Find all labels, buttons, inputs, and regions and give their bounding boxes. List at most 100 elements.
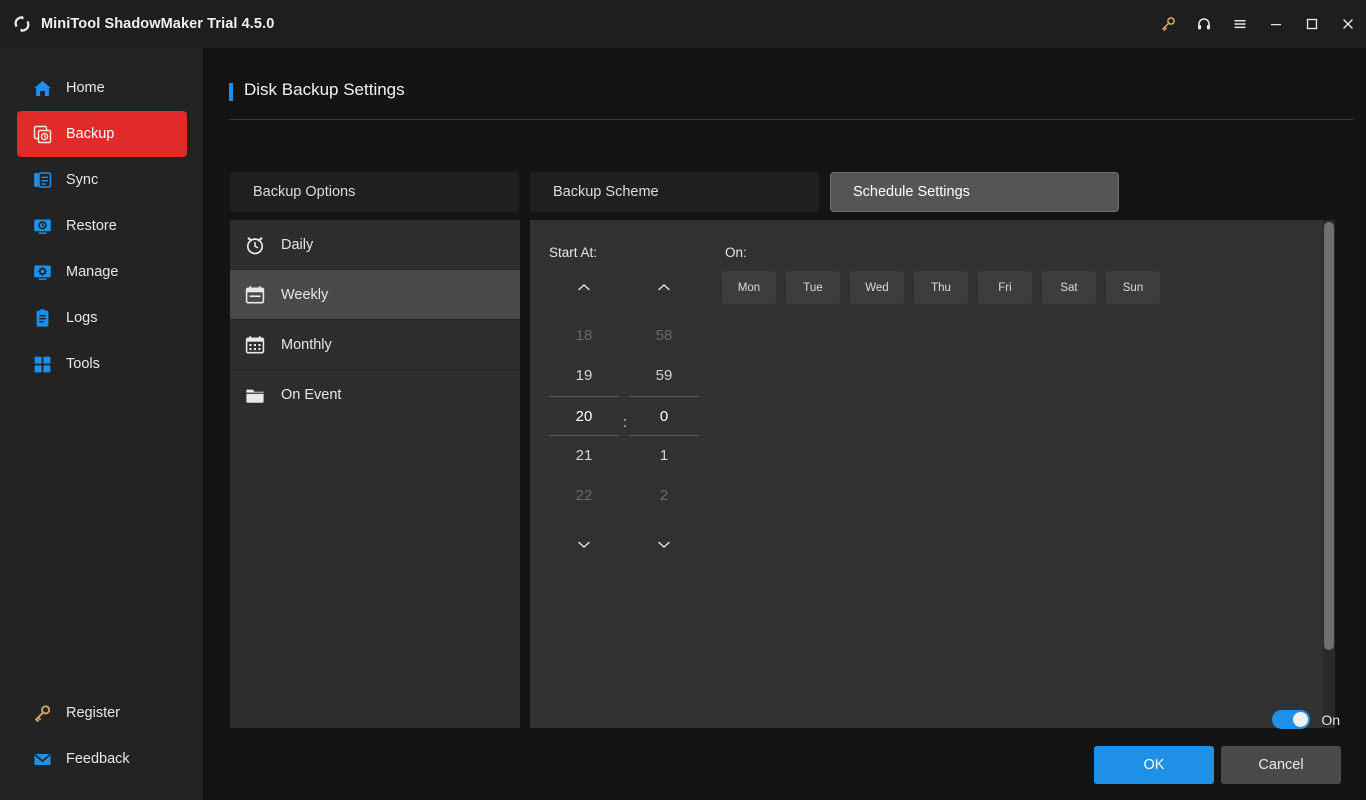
sidebar-item-label: Logs [66, 310, 98, 326]
folder-icon [244, 384, 266, 406]
main-content: Disk Backup Settings Backup Options Back… [203, 48, 1366, 800]
calendar-grid-icon [244, 334, 266, 356]
accent-bar [229, 83, 233, 101]
sidebar-item-label: Backup [66, 126, 115, 142]
key-icon [32, 703, 53, 724]
title-bar: MiniTool ShadowMaker Trial 4.5.0 [0, 0, 1366, 48]
close-icon[interactable] [1330, 0, 1366, 48]
day-label: Fri [998, 281, 1012, 294]
minute-option[interactable]: 58 [629, 316, 699, 356]
list-item-monthly[interactable]: Monthly [230, 320, 520, 370]
title-bar-left: MiniTool ShadowMaker Trial 4.5.0 [0, 14, 274, 34]
list-item-label: Monthly [281, 336, 332, 353]
day-label: Wed [865, 281, 889, 294]
hour-up-arrow-icon[interactable] [544, 272, 624, 304]
day-label: Sat [1060, 281, 1078, 294]
logs-icon [32, 308, 53, 329]
sidebar-item-logs[interactable]: Logs [17, 295, 187, 341]
alarm-clock-icon [244, 234, 266, 256]
list-item-label: Daily [281, 236, 314, 253]
dialog-actions: OK Cancel [1094, 746, 1341, 784]
app-title: MiniTool ShadowMaker Trial 4.5.0 [41, 16, 275, 32]
hour-option[interactable]: 22 [549, 476, 619, 516]
sidebar-item-manage[interactable]: Manage [17, 249, 187, 295]
tab-backup-options[interactable]: Backup Options [230, 172, 519, 212]
restore-icon [32, 216, 53, 237]
list-item-label: On Event [281, 386, 342, 403]
home-icon [32, 78, 53, 99]
schedule-detail-panel: Start At: On: 18 19 20 21 22 58 59 0 1 2… [530, 220, 1335, 728]
minimize-icon[interactable] [1258, 0, 1294, 48]
detail-scrollbar-track[interactable] [1323, 220, 1335, 728]
minute-down-arrow-icon[interactable] [624, 528, 704, 560]
detail-scrollbar-thumb[interactable] [1324, 222, 1334, 650]
tab-backup-scheme[interactable]: Backup Scheme [530, 172, 819, 212]
sidebar-item-sync[interactable]: Sync [17, 157, 187, 203]
hour-option-selected[interactable]: 20 [549, 396, 619, 436]
headset-icon[interactable] [1186, 0, 1222, 48]
sidebar: Home Backup Sync Restore Manage Logs Too… [0, 48, 203, 800]
sidebar-item-label: Restore [66, 218, 117, 234]
start-at-label: Start At: [549, 245, 598, 260]
list-item-weekly[interactable]: Weekly [230, 270, 520, 320]
list-item-daily[interactable]: Daily [230, 220, 520, 270]
hour-option[interactable]: 18 [549, 316, 619, 356]
hour-column: 18 19 20 21 22 [544, 272, 624, 560]
sidebar-item-restore[interactable]: Restore [17, 203, 187, 249]
day-button-thu[interactable]: Thu [914, 271, 968, 304]
time-separator: : [622, 414, 628, 431]
application-window: MiniTool ShadowMaker Trial 4.5.0 Home Ba… [0, 0, 1366, 800]
key-icon[interactable] [1150, 0, 1186, 48]
time-picker-columns: 18 19 20 21 22 58 59 0 1 2: [544, 272, 704, 560]
tab-schedule-settings[interactable]: Schedule Settings [830, 172, 1119, 212]
sidebar-item-tools[interactable]: Tools [17, 341, 187, 387]
menu-icon[interactable] [1222, 0, 1258, 48]
hour-down-arrow-icon[interactable] [544, 528, 624, 560]
day-button-sat[interactable]: Sat [1042, 271, 1096, 304]
list-item-on-event[interactable]: On Event [230, 370, 520, 420]
schedule-enable-row: On [1272, 710, 1340, 729]
toggle-knob [1293, 712, 1309, 727]
tab-label: Backup Scheme [553, 184, 659, 200]
backup-icon [32, 124, 53, 145]
minute-up-arrow-icon[interactable] [624, 272, 704, 304]
minute-option-selected[interactable]: 0 [629, 396, 699, 436]
day-label: Thu [931, 281, 951, 294]
hour-option[interactable]: 21 [549, 436, 619, 476]
title-bar-controls [1150, 0, 1366, 48]
day-button-wed[interactable]: Wed [850, 271, 904, 304]
sidebar-item-label: Feedback [66, 751, 130, 767]
minute-option[interactable]: 59 [629, 356, 699, 396]
tab-label: Backup Options [253, 184, 356, 200]
hour-values: 18 19 20 21 22 [544, 316, 624, 516]
time-picker: 18 19 20 21 22 58 59 0 1 2: [544, 272, 704, 560]
minute-values: 58 59 0 1 2 [624, 316, 704, 516]
tab-label: Schedule Settings [853, 184, 970, 200]
page-header: Disk Backup Settings [229, 80, 1354, 120]
day-button-fri[interactable]: Fri [978, 271, 1032, 304]
sidebar-item-label: Sync [66, 172, 99, 188]
day-button-mon[interactable]: Mon [722, 271, 776, 304]
list-item-label: Weekly [281, 286, 329, 303]
minute-option[interactable]: 2 [629, 476, 699, 516]
sidebar-item-home[interactable]: Home [17, 65, 187, 111]
sidebar-item-register[interactable]: Register [17, 690, 187, 736]
day-button-tue[interactable]: Tue [786, 271, 840, 304]
page-title: Disk Backup Settings [244, 80, 405, 99]
manage-icon [32, 262, 53, 283]
day-label: Mon [737, 281, 761, 294]
ok-button[interactable]: OK [1094, 746, 1214, 784]
settings-tabs: Backup Options Backup Scheme Schedule Se… [230, 172, 1119, 212]
schedule-toggle-switch[interactable] [1272, 710, 1311, 729]
settings-panels: Daily Weekly Monthly On Event Start At: … [230, 220, 1335, 728]
sidebar-item-feedback[interactable]: Feedback [17, 736, 187, 782]
maximize-icon[interactable] [1294, 0, 1330, 48]
cancel-button[interactable]: Cancel [1221, 746, 1341, 784]
weekday-selector: Mon Tue Wed Thu Fri Sat Sun [722, 271, 1160, 304]
calendar-icon [244, 284, 266, 306]
day-button-sun[interactable]: Sun [1106, 271, 1160, 304]
sidebar-item-backup[interactable]: Backup [17, 111, 187, 157]
hour-option[interactable]: 19 [549, 356, 619, 396]
minute-option[interactable]: 1 [629, 436, 699, 476]
sidebar-nav: Home Backup Sync Restore Manage Logs Too… [0, 48, 203, 387]
